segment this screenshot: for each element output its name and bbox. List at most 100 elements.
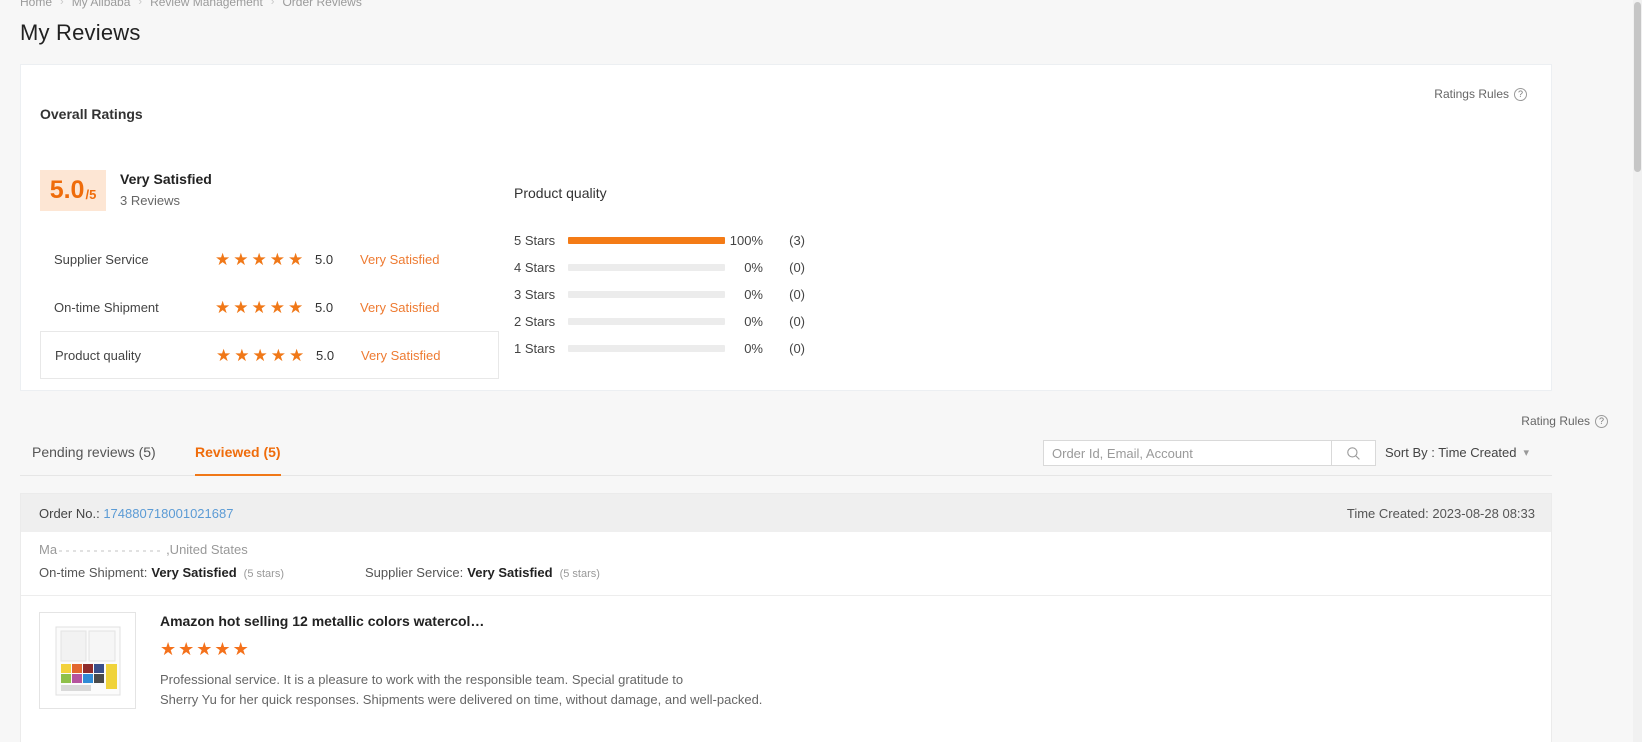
overall-score-block: 5.0/5 Very Satisfied 3 Reviews [40, 170, 212, 211]
breadcrumb-item-home[interactable]: Home [20, 0, 52, 11]
order-number-label: Order No.: [39, 505, 100, 521]
overall-ratings-card: Ratings Rules ? Overall Ratings 5.0/5 Ve… [20, 64, 1552, 391]
star-icon: ★ [215, 297, 231, 317]
question-circle-icon[interactable]: ? [1514, 87, 1527, 101]
histogram-percent: 0% [744, 341, 763, 356]
sort-by-label: Sort By : Time Created [1385, 445, 1517, 460]
histogram-category-label: 1 Stars [514, 341, 556, 356]
star-icon: ★ [252, 345, 268, 365]
histogram-percent: 0% [744, 287, 763, 302]
criteria-score: 5.0 [316, 347, 335, 363]
overall-score-suffix: /5 [85, 187, 97, 202]
ratings-rules-link[interactable]: Ratings Rules ? [1434, 87, 1527, 101]
star-icon: ★ [233, 249, 249, 269]
search-input[interactable] [1043, 440, 1331, 466]
overall-score-badge: 5.0/5 [40, 170, 106, 211]
histogram-category-label: 3 Stars [514, 287, 556, 302]
histogram-row-2-stars: 2 Stars 0% (0) [514, 308, 805, 335]
order-number-block: Order No.: 174880718001021687 [39, 506, 233, 521]
criteria-word: Very Satisfied [360, 251, 440, 267]
product-title[interactable]: Amazon hot selling 12 metallic colors wa… [160, 613, 762, 629]
review-comment-line-1: Professional service. It is a pleasure t… [160, 672, 684, 687]
histogram-bar-track [568, 345, 725, 352]
star-icon: ★ [216, 345, 232, 365]
histogram-count: (0) [789, 314, 805, 329]
breadcrumb-item-order-reviews[interactable]: Order Reviews [282, 0, 361, 11]
histogram-percent: 0% [744, 314, 763, 329]
metric-value: Very Satisfied [467, 565, 553, 580]
reviewed-product: Amazon hot selling 12 metallic colors wa… [21, 596, 1551, 710]
criteria-row-on-time-shipment[interactable]: On-time Shipment ★ ★ ★ ★ ★ 5.0 Very Satisfie… [40, 283, 499, 331]
scrollbar-thumb[interactable] [1634, 2, 1641, 172]
sort-by-control[interactable]: Sort By : Time Created ▾ [1385, 440, 1529, 466]
criteria-score: 5.0 [315, 251, 334, 267]
redacted-name-mask [59, 544, 165, 555]
star-icon: ★ [289, 345, 305, 365]
breadcrumb-separator-icon: › [138, 0, 143, 8]
page-title: My Reviews [20, 20, 141, 45]
order-header: Order No.: 174880718001021687 Time Creat… [21, 494, 1551, 532]
star-icon: ★ [232, 639, 251, 659]
tab-pending-reviews[interactable]: Pending reviews (5) [32, 434, 156, 476]
ratings-rules-label: Ratings Rules [1434, 87, 1509, 101]
product-rating-stars: ★★★★★ [160, 639, 762, 660]
chevron-down-icon[interactable]: ▾ [1524, 440, 1530, 466]
star-icon: ★ [160, 639, 179, 659]
breadcrumb-separator-icon: › [270, 0, 275, 8]
star-icon: ★ [288, 297, 304, 317]
histogram-count: (0) [789, 287, 805, 302]
histogram-count: (0) [789, 341, 805, 356]
star-icon: ★ [251, 297, 267, 317]
review-comment: Professional service. It is a pleasure t… [160, 670, 762, 710]
review-comment-line-2: Sherry Yu for her quick responses. Shipm… [160, 692, 763, 707]
star-icon: ★ [270, 345, 286, 365]
breadcrumb-item-review-management[interactable]: Review Management [150, 0, 263, 11]
page-scrollbar[interactable] [1633, 0, 1642, 742]
rating-rules-link[interactable]: Rating Rules ? [1521, 414, 1608, 428]
criteria-name: Supplier Service [54, 251, 149, 267]
product-thumbnail[interactable] [39, 612, 136, 709]
rating-rules-label: Rating Rules [1521, 414, 1590, 428]
star-icon: ★ [178, 639, 197, 659]
buyer-info: Ma ,United States [21, 532, 1551, 557]
criteria-name: On-time Shipment [54, 299, 159, 315]
review-metrics: On-time Shipment: Very Satisfied (5 star… [21, 557, 1551, 580]
criteria-word: Very Satisfied [360, 299, 440, 315]
breadcrumb-item-my-alibaba[interactable]: My Alibaba [72, 0, 131, 11]
breadcrumb-separator-icon: › [60, 0, 64, 8]
search-box [1043, 440, 1376, 466]
star-icon: ★ [214, 639, 233, 659]
histogram-category-label: 4 Stars [514, 260, 556, 275]
histogram-category-label: 5 Stars [514, 233, 556, 248]
histogram-percent: 100% [729, 233, 763, 248]
order-number-link[interactable]: 174880718001021687 [103, 506, 233, 521]
watercolor-paint-set-icon [55, 626, 120, 695]
star-icon: ★ [233, 297, 249, 317]
criteria-row-product-quality[interactable]: Product quality ★ ★ ★ ★ ★ 5.0 Very Satisfied [40, 331, 499, 379]
criteria-row-supplier-service[interactable]: Supplier Service ★ ★ ★ ★ ★ 5.0 Very Satisfie… [40, 235, 499, 283]
metric-on-time-shipment: On-time Shipment: Very Satisfied (5 star… [39, 565, 284, 580]
metric-label: Supplier Service: [365, 565, 464, 580]
overall-ratings-heading: Overall Ratings [40, 106, 143, 122]
histogram-bar-track [568, 264, 725, 271]
search-icon [1347, 446, 1360, 460]
histogram-row-5-stars: 5 Stars 100% (3) [514, 227, 805, 254]
overall-score-value: 5.0 [49, 176, 85, 204]
criteria-stars: ★ ★ ★ ★ ★ [215, 299, 315, 316]
search-button[interactable] [1331, 440, 1376, 466]
product-details: Amazon hot selling 12 metallic colors wa… [160, 612, 762, 710]
histogram-percent: 0% [744, 260, 763, 275]
question-circle-icon[interactable]: ? [1595, 414, 1608, 428]
breadcrumb: Home › My Alibaba › Review Management › … [20, 0, 362, 11]
criteria-score: 5.0 [315, 299, 334, 315]
order-time-created: Time Created: 2023-08-28 08:33 [1346, 505, 1535, 521]
metric-value: Very Satisfied [151, 565, 237, 580]
overall-score-texts: Very Satisfied 3 Reviews [120, 170, 212, 208]
metric-label: On-time Shipment: [39, 565, 148, 580]
star-icon: ★ [215, 249, 231, 269]
star-icon: ★ [269, 297, 285, 317]
star-icon: ★ [251, 249, 267, 269]
star-icon: ★ [288, 249, 304, 269]
tab-reviewed[interactable]: Reviewed (5) [195, 434, 281, 476]
criteria-word: Very Satisfied [361, 347, 441, 363]
